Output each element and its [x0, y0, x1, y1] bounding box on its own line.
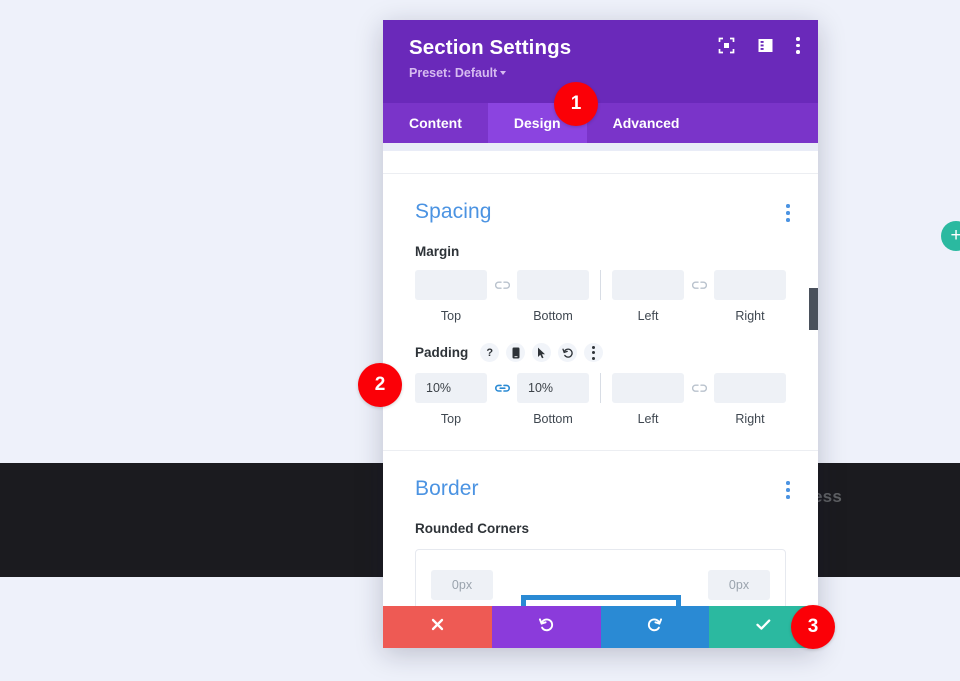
- more-options-kebab-icon[interactable]: [796, 37, 800, 54]
- corner-preview-box: [520, 595, 681, 606]
- padding-bottom-label: Bottom: [533, 412, 573, 426]
- annotation-badge-2: 2: [358, 363, 402, 407]
- margin-top-label: Top: [440, 309, 462, 323]
- padding-link-left-right-icon[interactable]: [684, 373, 714, 403]
- layout-panel-icon[interactable]: [757, 37, 774, 54]
- padding-top-label: Top: [440, 412, 462, 426]
- padding-label: Padding: [415, 345, 469, 360]
- spacing-section-title: Spacing: [415, 200, 492, 223]
- close-icon: [430, 617, 445, 637]
- margin-bottom-label: Bottom: [533, 309, 573, 323]
- spacing-options-kebab-icon[interactable]: [786, 204, 790, 222]
- annotation-badge-1-label: 1: [570, 93, 582, 114]
- tab-advanced-label: Advanced: [612, 115, 680, 131]
- tab-content-label: Content: [409, 115, 462, 131]
- hover-cursor-icon[interactable]: [532, 343, 552, 362]
- rounded-corners-label-row: Rounded Corners: [415, 521, 786, 536]
- padding-divider: [600, 373, 601, 403]
- padding-left-input[interactable]: [612, 373, 684, 403]
- margin-label-row: Margin: [415, 244, 786, 259]
- scrollbar-thumb[interactable]: [809, 288, 818, 330]
- modal-header: Section Settings Preset: Default: [383, 20, 818, 103]
- margin-right-input[interactable]: [714, 270, 786, 300]
- reset-icon[interactable]: [558, 343, 578, 362]
- padding-bottom-input[interactable]: [517, 373, 589, 403]
- chevron-down-icon: [500, 70, 507, 75]
- border-section: Border Rounded Corners: [383, 451, 818, 606]
- annotation-badge-3-label: 3: [807, 616, 819, 637]
- margin-left-label: Left: [637, 309, 659, 323]
- margin-fields: Top Bottom Left Right: [415, 270, 786, 323]
- padding-top-input[interactable]: [415, 373, 487, 403]
- border-section-title: Border: [415, 477, 479, 500]
- plus-icon: +: [950, 225, 960, 246]
- corner-top-left-input[interactable]: [431, 570, 493, 600]
- margin-top-input[interactable]: [415, 270, 487, 300]
- scrollbar-track[interactable]: [809, 143, 818, 606]
- padding-right-input[interactable]: [714, 373, 786, 403]
- body-top-strip: [383, 143, 818, 151]
- check-icon: [755, 617, 772, 637]
- padding-tools: ?: [480, 343, 604, 362]
- annotation-badge-3: 3: [791, 605, 835, 649]
- padding-left-label: Left: [637, 412, 659, 426]
- cancel-button[interactable]: [383, 606, 492, 648]
- redo-icon: [646, 616, 663, 638]
- modal-action-bar: [383, 606, 818, 648]
- responsive-mobile-icon[interactable]: [506, 343, 526, 362]
- help-icon[interactable]: ?: [480, 343, 500, 362]
- margin-divider: [600, 270, 601, 300]
- padding-label-row: Padding ?: [415, 343, 786, 362]
- add-section-button[interactable]: +: [941, 221, 960, 251]
- margin-link-top-bottom-icon[interactable]: [487, 270, 517, 300]
- modal-tabs: Content Design Advanced: [383, 103, 818, 143]
- tab-design-label: Design: [513, 115, 561, 131]
- margin-right-label: Right: [735, 309, 765, 323]
- margin-left-input[interactable]: [612, 270, 684, 300]
- padding-fields: Top Bottom: [415, 373, 786, 426]
- more-options-kebab-icon[interactable]: [584, 343, 604, 362]
- annotation-badge-1: 1: [554, 82, 598, 126]
- spacing-section: Spacing Margin Top Bottom Left Right Pad…: [383, 174, 818, 450]
- annotation-badge-2-label: 2: [374, 374, 386, 395]
- undo-button[interactable]: [491, 606, 601, 648]
- corner-top-right-input[interactable]: [708, 570, 770, 600]
- tab-advanced[interactable]: Advanced: [587, 103, 706, 143]
- rounded-corners-widget: [415, 549, 786, 606]
- focus-target-icon[interactable]: [718, 37, 735, 54]
- preset-label: Preset: Default: [409, 65, 498, 80]
- border-options-kebab-icon[interactable]: [786, 481, 790, 499]
- padding-right-label: Right: [735, 412, 765, 426]
- preset-selector[interactable]: Preset: Default: [409, 66, 796, 80]
- page-root: ess + Section Settings Preset: Default C…: [0, 0, 960, 681]
- margin-bottom-input[interactable]: [517, 270, 589, 300]
- modal-body: Spacing Margin Top Bottom Left Right Pad…: [383, 143, 818, 606]
- undo-icon: [538, 616, 555, 638]
- tab-content[interactable]: Content: [383, 103, 488, 143]
- rounded-corners-label: Rounded Corners: [415, 521, 530, 536]
- section-settings-modal: Section Settings Preset: Default Content…: [383, 20, 818, 648]
- margin-link-left-right-icon[interactable]: [684, 270, 714, 300]
- margin-label: Margin: [415, 244, 460, 259]
- modal-header-icons: [718, 37, 800, 54]
- redo-button[interactable]: [600, 606, 710, 648]
- padding-link-top-bottom-icon[interactable]: [487, 373, 517, 403]
